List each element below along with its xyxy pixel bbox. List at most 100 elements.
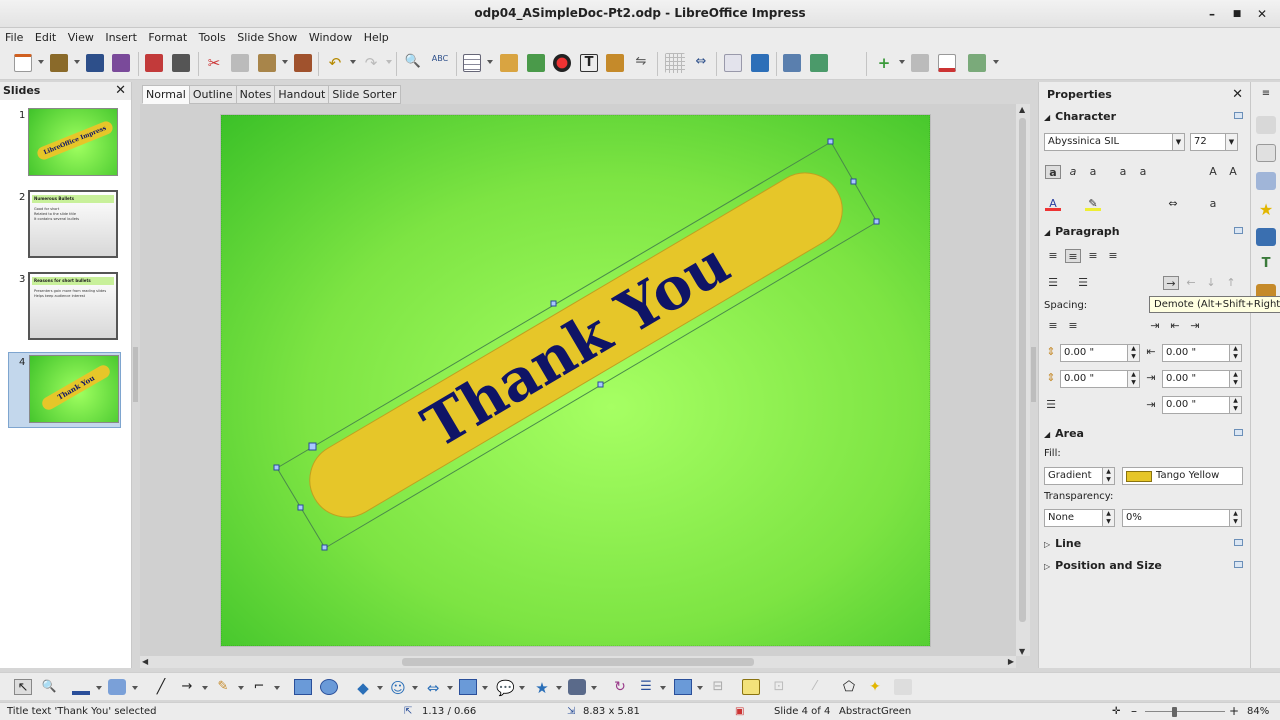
decrease-indent-icon[interactable]: ⇤ [1167,319,1183,333]
chevron-down-icon[interactable] [202,686,208,690]
scroll-up-icon[interactable]: ▲ [1019,105,1025,114]
chevron-down-icon[interactable] [74,60,80,64]
menu-help[interactable]: Help [360,28,393,44]
chevron-down-icon[interactable] [38,60,44,64]
shadow-toggle-icon[interactable] [742,679,760,695]
resize-handle[interactable] [827,138,834,145]
spin-icon[interactable]: ▲ ▼ [1229,345,1241,361]
bullets-icon[interactable]: ☰ [1045,276,1061,290]
slide-icon[interactable] [724,54,742,72]
line-color-icon[interactable] [72,679,90,695]
more-options-icon[interactable] [1234,539,1243,546]
export-pdf-icon[interactable] [145,54,163,72]
maximize-button[interactable]: ■ [1227,4,1247,24]
tab-handout[interactable]: Handout [274,85,330,104]
chevron-down-icon[interactable] [377,686,383,690]
select-icon[interactable]: ↖ [14,679,32,695]
after-text-indent[interactable]: 0.00 " ▲ ▼ [1162,370,1242,388]
grid-icon[interactable] [665,53,685,73]
minimize-button[interactable]: – [1202,4,1222,24]
scroll-right-icon[interactable]: ▶ [1008,657,1014,666]
delete-slide-icon[interactable] [938,54,956,72]
decrease-font-icon[interactable]: A [1225,165,1241,179]
chevron-down-icon[interactable] [660,686,666,690]
spin-icon[interactable]: ▲ ▼ [1229,397,1241,413]
highlight-icon[interactable]: ✎ [1085,197,1101,211]
transparency-type-select[interactable]: None ▲ ▼ [1044,509,1115,527]
position-size-section-header[interactable]: ▷ Position and Size [1044,559,1162,572]
3d-objects-icon[interactable] [568,679,586,695]
align-right-icon[interactable]: ≡ [1085,249,1101,263]
fit-slide-icon[interactable]: ✛ [1112,706,1120,717]
slides-pane-splitter[interactable] [132,82,140,668]
font-size-combo[interactable]: 72 ▼ [1190,133,1238,151]
zoom-out-icon[interactable]: – [1131,704,1137,718]
slide-thumbnail-3[interactable]: 3 Reasons for short bullets Presenters g… [0,270,132,346]
scrollbar-thumb[interactable] [402,658,754,666]
copy-icon[interactable] [231,54,249,72]
align-left-icon[interactable]: ≡ [1045,249,1061,263]
resize-handle[interactable] [321,544,328,551]
symbol-shapes-icon[interactable]: ☺ [389,679,407,697]
chevron-down-icon[interactable] [412,686,418,690]
transparency-value-field[interactable]: 0% ▲ ▼ [1122,509,1242,527]
chevron-down-icon[interactable] [447,686,453,690]
resize-handle[interactable] [550,300,557,307]
vertical-scrollbar[interactable]: ▲ ▼ [1016,104,1030,656]
before-text-indent[interactable]: 0.00 " ▲ ▼ [1162,344,1242,362]
save-as-icon[interactable] [112,54,130,72]
slide-preview[interactable]: LibreOffice Impress [28,108,118,176]
increase-spacing-icon[interactable]: ≡ [1045,319,1061,333]
above-paragraph-spacing[interactable]: 0.00 " ▲ ▼ [1060,344,1140,362]
master-slide-icon[interactable] [751,54,769,72]
zoom-slider-handle[interactable] [1172,707,1177,717]
outline-icon[interactable]: a [1065,165,1081,179]
paragraph-section-header[interactable]: ◢ Paragraph [1044,225,1120,238]
tab-outline[interactable]: Outline [188,85,237,104]
chevron-down-icon[interactable] [519,686,525,690]
tab-notes[interactable]: Notes [235,85,276,104]
properties-tab-icon[interactable] [1256,116,1276,134]
duplicate-slide-icon[interactable] [911,54,929,72]
character-spacing-icon[interactable]: a [1205,197,1221,211]
spin-icon[interactable]: ▲ ▼ [1102,510,1114,526]
first-line-indent[interactable]: 0.00 " ▲ ▼ [1162,396,1242,414]
align-icon[interactable]: ☰ [637,679,655,695]
resize-handle[interactable] [273,464,280,471]
more-options-icon[interactable] [1234,561,1243,568]
start-current-slide-icon[interactable] [810,54,828,72]
strikethrough-icon[interactable]: a [1115,165,1131,179]
zoom-icon[interactable]: 🔍 [40,679,58,695]
callouts-icon[interactable]: 💬 [496,679,515,697]
font-color-icon[interactable]: A [1045,197,1061,211]
star-icon[interactable]: ★ [533,679,551,697]
chevron-down-icon[interactable] [132,686,138,690]
scrollbar-thumb[interactable] [1019,118,1026,622]
text-box-icon[interactable]: T [580,54,598,72]
fontwork-icon[interactable] [606,54,624,72]
shadow-icon[interactable]: a [1045,165,1061,179]
horizontal-scrollbar[interactable]: ◀ ▶ [140,656,1016,668]
align-center-icon[interactable]: ≡ [1065,249,1081,263]
slide-thumbnail-2[interactable]: 2 Numerous Bullets Good for short Relate… [0,188,132,264]
basic-shapes-icon[interactable]: ◆ [354,679,372,697]
zoom-in-icon[interactable]: + [1229,704,1239,718]
decrease-spacing-icon[interactable]: ≡ [1065,319,1081,333]
menu-view[interactable]: View [64,28,98,44]
zoom-slider[interactable] [1145,711,1225,712]
chevron-down-icon[interactable] [282,60,288,64]
chevron-down-icon[interactable] [487,60,493,64]
document-modified-icon[interactable]: ▣ [735,706,744,717]
fill-type-select[interactable]: Gradient ▲ ▼ [1044,467,1115,485]
master-slides-tab-icon[interactable] [1256,144,1276,162]
font-name-combo[interactable]: Abyssinica SIL ▼ [1044,133,1185,151]
fill-gradient-select[interactable]: Tango Yellow [1122,467,1243,485]
rotation-handle[interactable] [308,442,317,451]
styles-tab-icon[interactable]: T [1256,256,1276,274]
menu-tools[interactable]: Tools [195,28,230,44]
flowchart-icon[interactable] [459,679,477,695]
print-icon[interactable] [172,54,190,72]
slide-preview[interactable]: Reasons for short bullets Presenters gai… [28,272,118,340]
below-paragraph-spacing[interactable]: 0.00 " ▲ ▼ [1060,370,1140,388]
scroll-down-icon[interactable]: ▼ [1019,647,1025,656]
